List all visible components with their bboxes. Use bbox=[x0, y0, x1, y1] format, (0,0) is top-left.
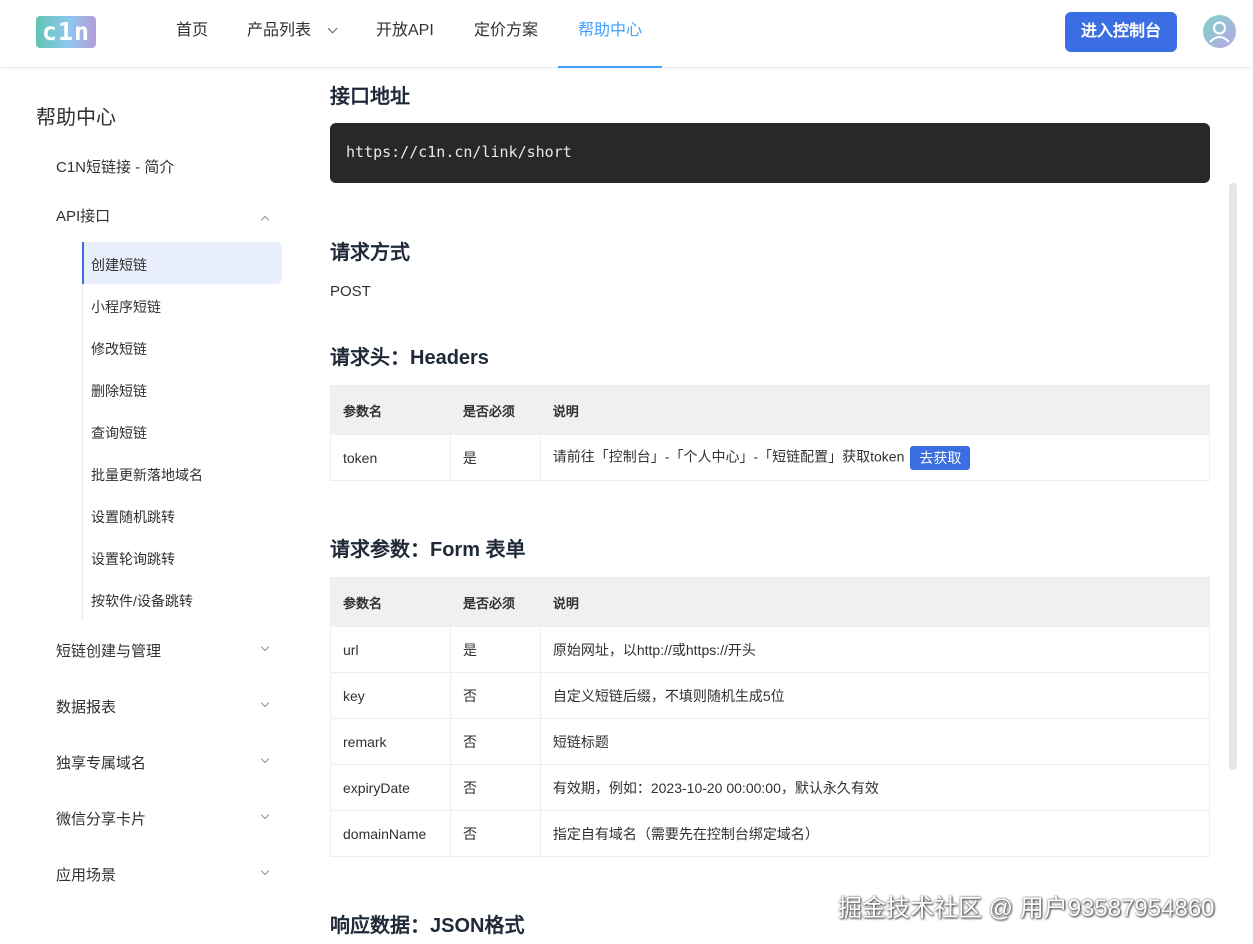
user-avatar[interactable] bbox=[1203, 15, 1236, 48]
param-description: 有效期，例如：2023-10-20 00:00:00，默认永久有效 bbox=[539, 764, 1211, 811]
sidebar-sub-delete-link[interactable]: 删除短链 bbox=[91, 381, 147, 401]
sidebar-title: 帮助中心 bbox=[36, 107, 116, 129]
get-token-button[interactable]: 去获取 bbox=[910, 445, 971, 470]
param-name: expiryDate bbox=[330, 764, 451, 811]
table-row: key 否 自定义短链后缀，不填则随机生成5位 bbox=[330, 672, 1211, 719]
params-heading: 请求参数：Form 表单 bbox=[330, 539, 526, 561]
param-name: domainName bbox=[330, 810, 451, 857]
sidebar-sub-edit-link[interactable]: 修改短链 bbox=[91, 339, 147, 359]
headers-table: 参数名 是否必须 说明 token 是 请前往「控制台」-「个人中心」-「短链配… bbox=[330, 385, 1211, 481]
chevron-down-icon[interactable] bbox=[260, 696, 270, 714]
param-required: 否 bbox=[449, 672, 541, 719]
column-header: 参数名 bbox=[330, 577, 451, 627]
column-header: 是否必须 bbox=[449, 577, 541, 627]
method-heading: 请求方式 bbox=[330, 242, 410, 264]
help-sidebar: 帮助中心 C1N短链接 - 简介 API接口 创建短链 小程序短链 修改短链 删… bbox=[0, 69, 300, 944]
active-nav-indicator bbox=[558, 66, 662, 68]
sidebar-item-exclusive-domain[interactable]: 独享专属域名 bbox=[56, 752, 146, 773]
param-description: 原始网址，以http://或https://开头 bbox=[539, 626, 1211, 673]
column-header: 说明 bbox=[539, 385, 1211, 435]
param-required: 是 bbox=[449, 434, 541, 481]
c1n-logo[interactable]: c1n bbox=[36, 16, 96, 48]
sidebar-item-use-cases[interactable]: 应用场景 bbox=[56, 864, 116, 885]
endpoint-heading: 接口地址 bbox=[330, 86, 410, 108]
sidebar-sub-miniprogram-link[interactable]: 小程序短链 bbox=[91, 297, 161, 317]
headers-heading: 请求头：Headers bbox=[330, 347, 489, 369]
table-row: token 是 请前往「控制台」-「个人中心」-「短链配置」获取token 去获取 bbox=[330, 434, 1211, 481]
column-header: 参数名 bbox=[330, 385, 451, 435]
enter-console-button[interactable]: 进入控制台 bbox=[1065, 12, 1177, 52]
param-name: token bbox=[330, 434, 451, 481]
param-description: 请前往「控制台」-「个人中心」-「短链配置」获取token bbox=[552, 448, 905, 465]
sidebar-sub-batch-update-domain[interactable]: 批量更新落地域名 bbox=[91, 465, 203, 485]
user-icon bbox=[1209, 21, 1230, 43]
chevron-up-icon[interactable] bbox=[260, 209, 270, 227]
endpoint-url: https://c1n.cn/link/short bbox=[346, 143, 572, 161]
nav-home[interactable]: 首页 bbox=[176, 0, 208, 68]
param-description: 指定自有域名（需要先在控制台绑定域名） bbox=[539, 810, 1211, 857]
sidebar-sub-device-redirect[interactable]: 按软件/设备跳转 bbox=[91, 591, 193, 611]
table-header-row: 参数名 是否必须 说明 bbox=[330, 577, 1211, 627]
sidebar-item-link-management[interactable]: 短链创建与管理 bbox=[56, 640, 161, 661]
sidebar-sub-query-link[interactable]: 查询短链 bbox=[91, 423, 147, 443]
params-table: 参数名 是否必须 说明 url 是 原始网址，以http://或https://… bbox=[330, 577, 1211, 857]
sidebar-item-intro[interactable]: C1N短链接 - 简介 bbox=[56, 156, 174, 177]
chevron-down-icon[interactable] bbox=[260, 808, 270, 826]
param-name: remark bbox=[330, 718, 451, 765]
param-description: 短链标题 bbox=[539, 718, 1211, 765]
sidebar-item-wechat-share-card[interactable]: 微信分享卡片 bbox=[56, 808, 146, 829]
param-name: url bbox=[330, 626, 451, 673]
page-scrollbar[interactable] bbox=[1229, 183, 1237, 770]
sidebar-sub-round-robin-redirect[interactable]: 设置轮询跳转 bbox=[91, 549, 175, 569]
chevron-down-icon[interactable] bbox=[260, 640, 270, 658]
param-required: 否 bbox=[449, 764, 541, 811]
column-header: 说明 bbox=[539, 577, 1211, 627]
nav-open-api[interactable]: 开放API bbox=[376, 0, 434, 68]
table-row: url 是 原始网址，以http://或https://开头 bbox=[330, 626, 1211, 673]
sidebar-sub-create-link[interactable]: 创建短链 bbox=[91, 255, 147, 275]
sidebar-item-data-reports[interactable]: 数据报表 bbox=[56, 696, 116, 717]
param-name: key bbox=[330, 672, 451, 719]
column-header: 是否必须 bbox=[449, 385, 541, 435]
nav-help-center[interactable]: 帮助中心 bbox=[578, 0, 642, 68]
request-method: POST bbox=[330, 283, 371, 300]
endpoint-code-block: https://c1n.cn/link/short bbox=[330, 123, 1210, 183]
chevron-down-icon[interactable] bbox=[260, 752, 270, 770]
nav-products[interactable]: 产品列表 bbox=[247, 0, 338, 68]
param-required: 否 bbox=[449, 810, 541, 857]
param-desc-cell: 请前往「控制台」-「个人中心」-「短链配置」获取token 去获取 bbox=[539, 434, 1211, 481]
watermark: 掘金技术社区 @ 用户93587954860 bbox=[838, 895, 1215, 922]
table-row: remark 否 短链标题 bbox=[330, 718, 1211, 765]
table-row: expiryDate 否 有效期，例如：2023-10-20 00:00:00，… bbox=[330, 764, 1211, 811]
table-header-row: 参数名 是否必须 说明 bbox=[330, 385, 1211, 435]
chevron-down-icon[interactable] bbox=[260, 864, 270, 882]
nav-products-label: 产品列表 bbox=[247, 22, 312, 39]
param-required: 否 bbox=[449, 718, 541, 765]
chevron-down-icon bbox=[328, 23, 338, 34]
table-row: domainName 否 指定自有域名（需要先在控制台绑定域名） bbox=[330, 810, 1211, 857]
param-required: 是 bbox=[449, 626, 541, 673]
param-description: 自定义短链后缀，不填则随机生成5位 bbox=[539, 672, 1211, 719]
sidebar-item-api[interactable]: API接口 bbox=[56, 205, 110, 226]
submenu-guide-line bbox=[82, 241, 83, 619]
nav-pricing[interactable]: 定价方案 bbox=[474, 0, 538, 68]
sidebar-sub-random-redirect[interactable]: 设置随机跳转 bbox=[91, 507, 175, 527]
response-heading: 响应数据：JSON格式 bbox=[330, 915, 525, 937]
top-nav-bar: c1n 首页 产品列表 开放API 定价方案 帮助中心 进入控制台 bbox=[0, 0, 1253, 68]
logo-text: c1n bbox=[41, 17, 91, 46]
